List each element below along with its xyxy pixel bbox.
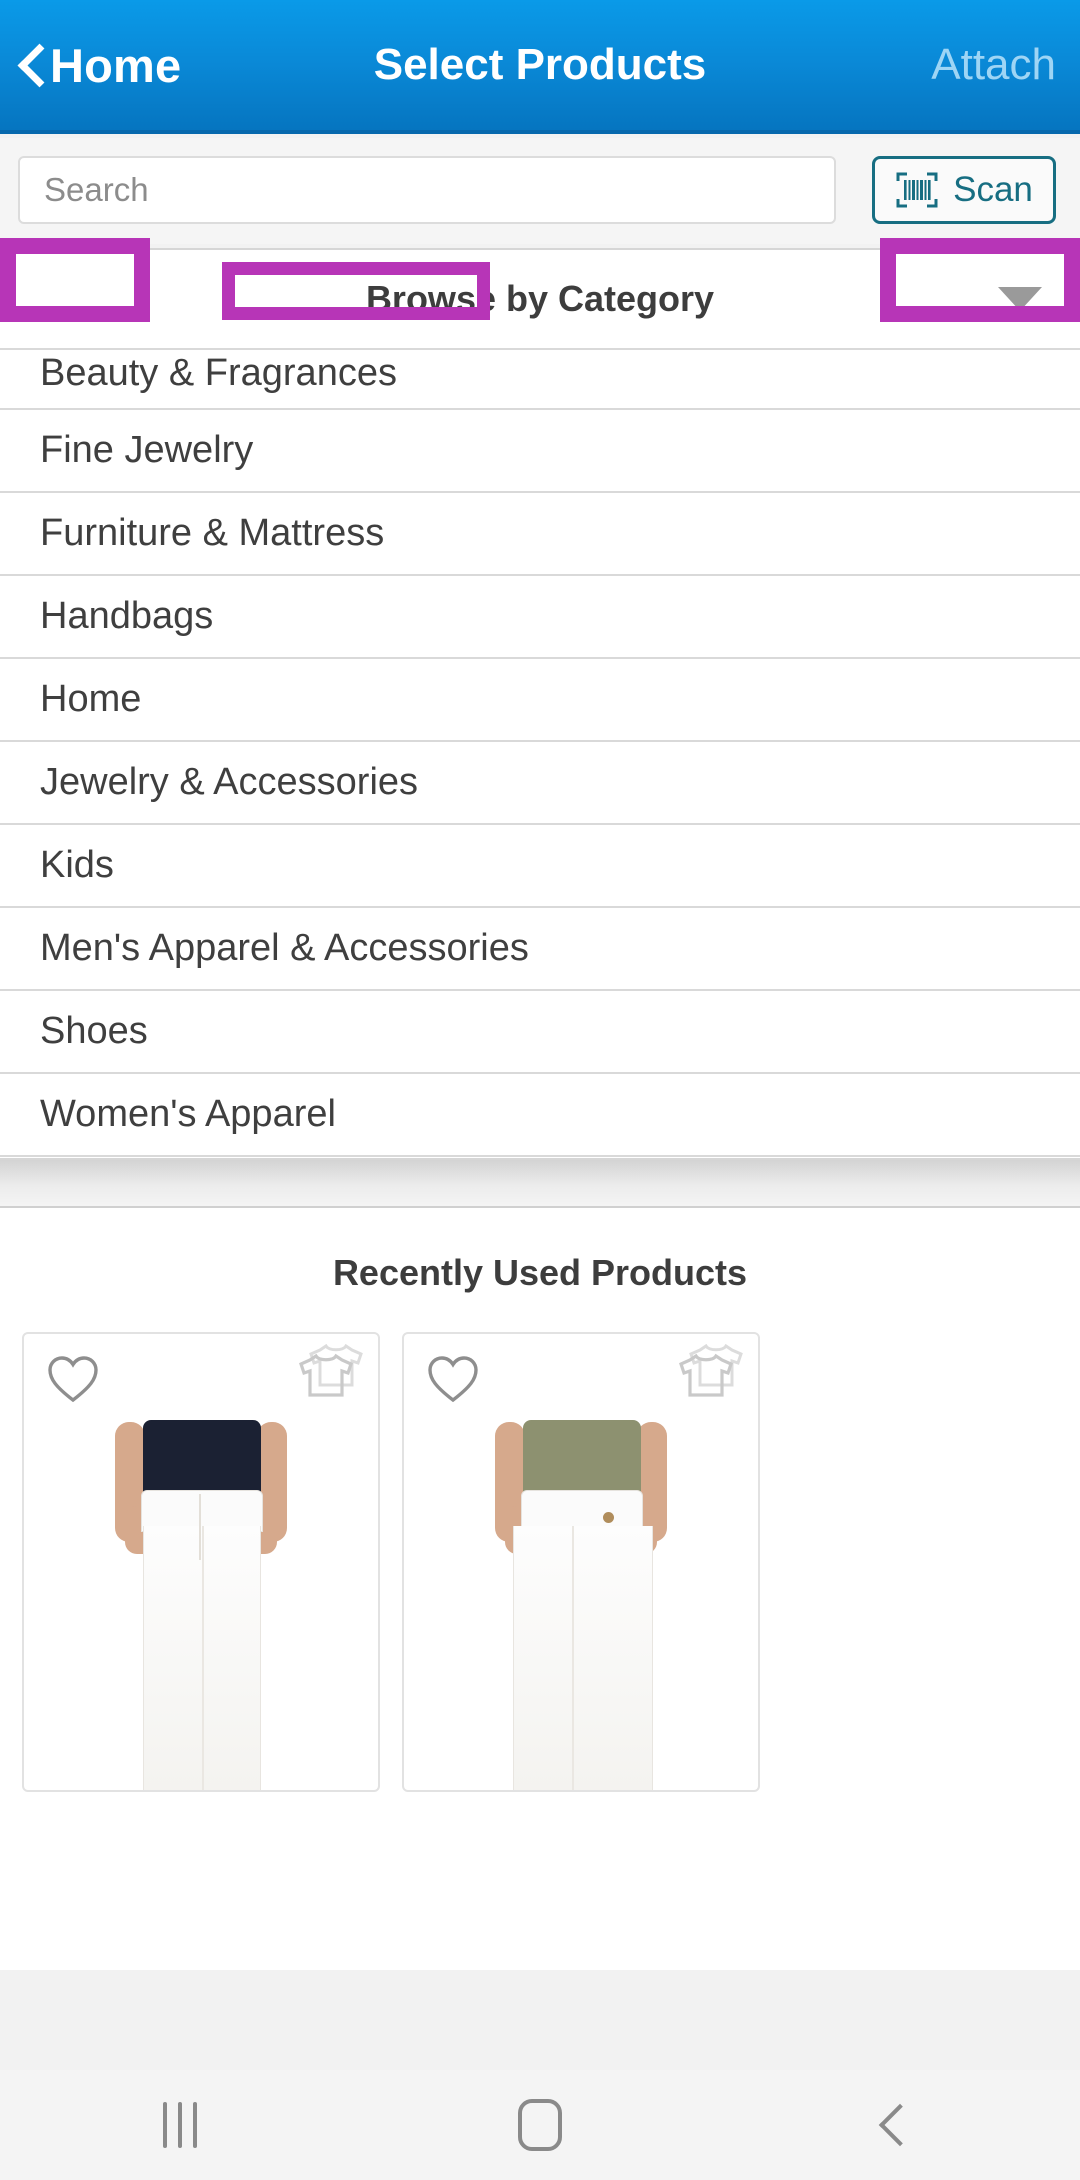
system-back-button[interactable] <box>800 2070 1000 2180</box>
system-navigation-bar <box>0 2070 1080 2180</box>
chevron-left-icon <box>18 42 44 88</box>
list-item[interactable]: Handbags <box>0 576 1080 659</box>
product-card[interactable] <box>22 1332 380 1792</box>
list-item[interactable]: Kids <box>0 825 1080 908</box>
home-square-icon <box>518 2099 562 2151</box>
category-label: Handbags <box>40 595 214 637</box>
browse-by-category-label: Browse by Category <box>365 278 715 319</box>
category-label: Furniture & Mattress <box>40 512 385 554</box>
recents-button[interactable] <box>80 2070 280 2180</box>
product-card-row <box>0 1294 1080 1792</box>
list-item[interactable]: Women's Apparel <box>0 1074 1080 1157</box>
caret-down-icon[interactable] <box>998 287 1042 311</box>
list-item[interactable]: Beauty & Fragrances <box>0 350 1080 410</box>
list-item[interactable]: Home <box>0 659 1080 742</box>
scan-button-label: Scan <box>953 170 1033 209</box>
category-label: Fine Jewelry <box>40 429 254 471</box>
category-list: Beauty & Fragrances Fine Jewelry Furnitu… <box>0 350 1080 1157</box>
list-item[interactable]: Fine Jewelry <box>0 410 1080 493</box>
product-image <box>404 1334 758 1790</box>
list-item[interactable]: Jewelry & Accessories <box>0 742 1080 825</box>
search-placeholder: Search <box>44 171 149 208</box>
barcode-scan-icon <box>895 170 939 210</box>
app-root: Home Select Products Attach Search Scan … <box>0 0 1080 2180</box>
section-divider <box>0 1160 1080 1208</box>
list-item[interactable]: Furniture & Mattress <box>0 493 1080 576</box>
product-image <box>24 1334 378 1790</box>
browse-by-category-header[interactable]: Browse by Category <box>0 250 1080 350</box>
category-label: Men's Apparel & Accessories <box>40 927 529 969</box>
list-item[interactable]: Shoes <box>0 991 1080 1074</box>
category-label: Beauty & Fragrances <box>40 352 397 394</box>
search-input[interactable]: Search <box>18 156 836 224</box>
recents-bars-icon <box>163 2102 197 2148</box>
back-button-label: Home <box>50 38 182 92</box>
category-label: Home <box>40 678 142 720</box>
top-navigation-bar: Home Select Products Attach <box>0 0 1080 134</box>
product-card[interactable] <box>402 1332 760 1792</box>
recently-used-products-section: Recently Used Products <box>0 1208 1080 1970</box>
category-label: Kids <box>40 844 114 886</box>
browse-by-category-panel: Browse by Category Beauty & Fragrances F… <box>0 248 1080 1160</box>
category-label: Women's Apparel <box>40 1093 336 1135</box>
home-button[interactable] <box>440 2070 640 2180</box>
recently-used-products-title: Recently Used Products <box>332 1252 748 1293</box>
category-label: Jewelry & Accessories <box>40 761 419 803</box>
search-toolbar: Search Scan <box>0 138 1080 322</box>
back-chevron-icon <box>878 2103 922 2147</box>
attach-button[interactable]: Attach <box>931 40 1056 90</box>
scan-button[interactable]: Scan <box>872 156 1056 224</box>
list-item[interactable]: Men's Apparel & Accessories <box>0 908 1080 991</box>
category-label: Shoes <box>40 1010 148 1052</box>
back-to-home-button[interactable]: Home <box>18 38 181 93</box>
